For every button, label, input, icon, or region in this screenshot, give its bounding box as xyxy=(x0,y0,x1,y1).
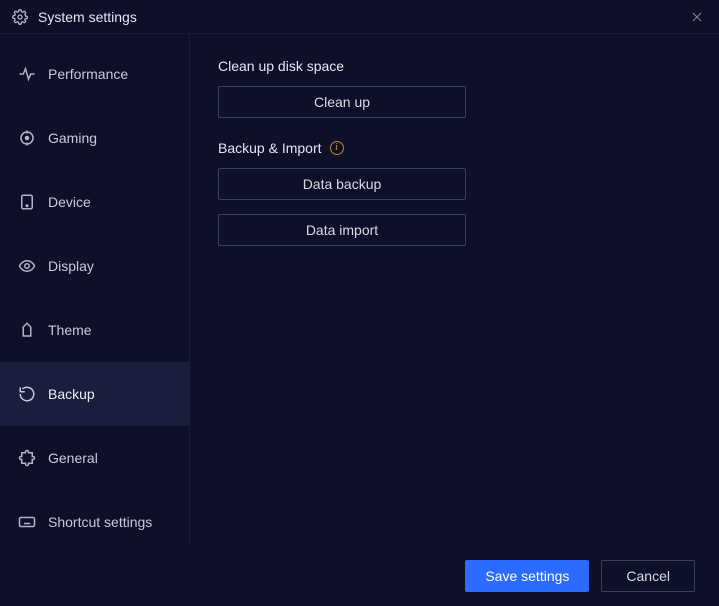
cancel-button[interactable]: Cancel xyxy=(601,560,695,592)
sidebar-item-general[interactable]: General xyxy=(0,426,189,490)
puzzle-icon xyxy=(18,449,36,467)
sidebar-item-device[interactable]: Device xyxy=(0,170,189,234)
theme-icon xyxy=(18,321,36,339)
sidebar-item-label: Performance xyxy=(48,66,128,82)
sidebar-item-label: Shortcut settings xyxy=(48,514,152,530)
sidebar-item-theme[interactable]: Theme xyxy=(0,298,189,362)
gear-icon xyxy=(12,9,28,25)
sidebar-item-label: General xyxy=(48,450,98,466)
sidebar-item-display[interactable]: Display xyxy=(0,234,189,298)
data-backup-button[interactable]: Data backup xyxy=(218,168,466,200)
section-cleanup-title-text: Clean up disk space xyxy=(218,58,344,74)
titlebar: System settings xyxy=(0,0,719,34)
section-backup-title: Backup & Import i xyxy=(218,140,691,156)
device-icon xyxy=(18,193,36,211)
cleanup-button[interactable]: Clean up xyxy=(218,86,466,118)
sidebar: Performance Gaming Device Display Theme xyxy=(0,34,190,546)
window-title: System settings xyxy=(38,9,137,25)
sidebar-item-label: Gaming xyxy=(48,130,97,146)
sidebar-item-backup[interactable]: Backup xyxy=(0,362,189,426)
pulse-icon xyxy=(18,65,36,83)
sidebar-item-label: Backup xyxy=(48,386,95,402)
keyboard-icon xyxy=(18,513,36,531)
section-cleanup-title: Clean up disk space xyxy=(218,58,691,74)
info-icon[interactable]: i xyxy=(330,141,344,155)
close-icon[interactable] xyxy=(687,7,707,27)
sidebar-item-label: Theme xyxy=(48,322,92,338)
sidebar-item-performance[interactable]: Performance xyxy=(0,42,189,106)
sidebar-item-label: Device xyxy=(48,194,91,210)
sidebar-item-shortcut-settings[interactable]: Shortcut settings xyxy=(0,490,189,554)
data-import-button[interactable]: Data import xyxy=(218,214,466,246)
footer: Save settings Cancel xyxy=(0,546,719,606)
section-backup-title-text: Backup & Import xyxy=(218,140,322,156)
display-icon xyxy=(18,257,36,275)
sidebar-item-gaming[interactable]: Gaming xyxy=(0,106,189,170)
sidebar-item-label: Display xyxy=(48,258,94,274)
gamepad-icon xyxy=(18,129,36,147)
save-settings-button[interactable]: Save settings xyxy=(465,560,589,592)
backup-icon xyxy=(18,385,36,403)
content-panel: Clean up disk space Clean up Backup & Im… xyxy=(190,34,719,546)
